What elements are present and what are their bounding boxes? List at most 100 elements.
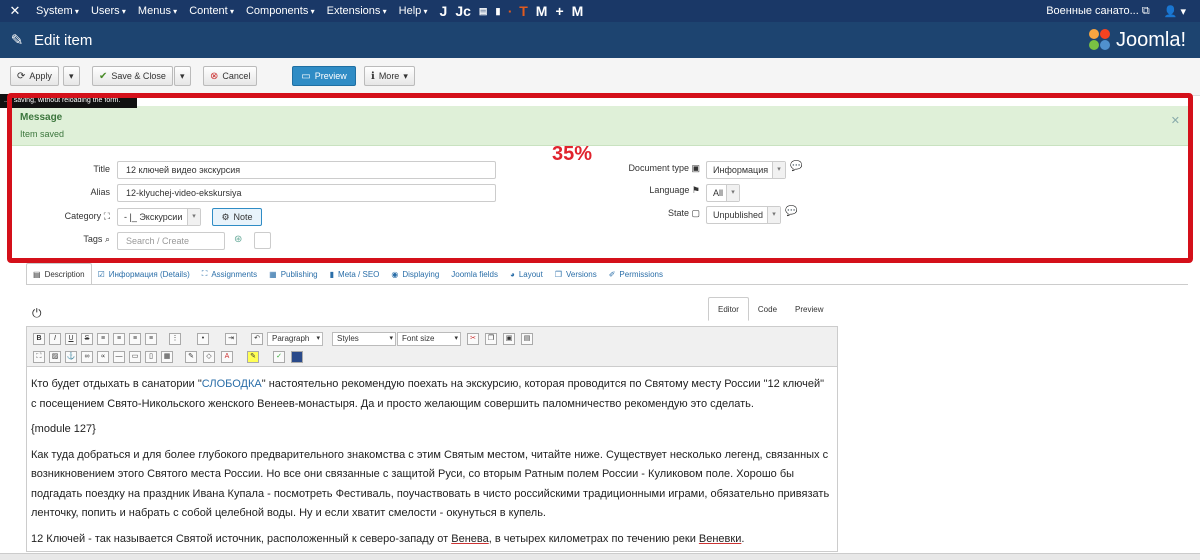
underline-icon[interactable]: U [65, 333, 77, 345]
editor-mode-tabs: Editor Code Preview [708, 297, 832, 321]
text-color-icon[interactable]: A [221, 351, 233, 363]
align-left-icon[interactable]: ≡ [97, 333, 109, 345]
image-icon[interactable]: ▨ [49, 351, 61, 363]
note-button[interactable]: ⚙ Note [212, 208, 262, 226]
tag-icon: ⌕ [104, 234, 110, 244]
state-select[interactable]: Unpublished ▾ [706, 206, 781, 224]
user-menu[interactable]: 👤 ▾ [1164, 5, 1186, 18]
alias-input[interactable]: 12-klyuchej-video-ekskursiya [117, 184, 496, 202]
table-icon[interactable]: ▦ [161, 351, 173, 363]
highlight-color-icon[interactable]: ✎ [247, 351, 259, 363]
news-extension-icon[interactable]: ▤ [479, 6, 488, 17]
language-select[interactable]: All ▾ [706, 184, 740, 202]
menu-users[interactable]: Users [85, 5, 132, 17]
styles-dropdown[interactable]: Styles [332, 332, 396, 346]
apply-button[interactable]: ⟳ Apply [10, 66, 59, 86]
cancel-button[interactable]: ⊗ Cancel [203, 66, 258, 86]
tab-details[interactable]: ☑ Информация (Details) [92, 263, 196, 285]
calendar-icon: ▦ [269, 269, 277, 279]
tag-add-icon[interactable]: ⊛ [234, 234, 242, 245]
font-size-dropdown[interactable]: Font size [397, 332, 461, 346]
eraser-icon[interactable]: ◇ [203, 351, 215, 363]
jsn-extension-icon[interactable]: J [440, 3, 448, 19]
sloboda-link[interactable]: СЛОБОДКА [202, 378, 262, 390]
tab-joomla-fields[interactable]: Joomla fields [445, 263, 504, 285]
apply-dropdown-toggle[interactable]: ▾ [63, 66, 80, 86]
m-extension-icon[interactable]: M [536, 3, 548, 19]
source-icon[interactable] [291, 351, 303, 363]
page-header: ✎ Edit item Joomla! [0, 22, 1200, 58]
hr-icon[interactable]: — [113, 351, 125, 363]
pagebreak-icon[interactable]: ▭ [129, 351, 141, 363]
m2-extension-icon[interactable]: M [572, 3, 584, 19]
tab-code[interactable]: Code [749, 297, 786, 321]
tab-preview[interactable]: Preview [786, 297, 832, 321]
fullscreen-icon[interactable]: ⛶ [33, 351, 45, 363]
unordered-list-icon[interactable]: • [197, 333, 209, 345]
link-icon[interactable]: ∞ [81, 351, 93, 363]
tab-permissions[interactable]: ✐ Permissions [603, 263, 669, 285]
paste-icon[interactable]: ▣ [503, 333, 515, 345]
tags-input[interactable]: Search / Create [117, 232, 225, 250]
t-extension-icon[interactable]: T [519, 3, 528, 19]
comment-icon[interactable]: 💬 [790, 161, 802, 172]
document-type-select[interactable]: Информация ▾ [706, 161, 786, 179]
monitor-icon: ▭ [301, 70, 311, 82]
copy-icon: ❐ [554, 269, 563, 279]
italic-icon[interactable]: I [49, 333, 61, 345]
ordered-list-icon[interactable]: ⋮ [169, 333, 181, 345]
tab-meta-seo[interactable]: ▮ Meta / SEO [324, 263, 386, 285]
menu-system[interactable]: System [30, 5, 85, 17]
tab-versions[interactable]: ❐ Versions [549, 263, 603, 285]
align-right-icon[interactable]: ≡ [129, 333, 141, 345]
tags-extra-box[interactable] [254, 232, 271, 249]
comment-icon[interactable]: 💬 [785, 206, 797, 217]
tab-description[interactable]: ▤ Description [26, 263, 92, 285]
copy-icon[interactable]: ❐ [485, 333, 497, 345]
tab-editor[interactable]: Editor [708, 297, 749, 321]
save-close-button[interactable]: ✔ Save & Close [92, 66, 173, 86]
spellcheck-icon[interactable]: ✓ [273, 351, 285, 363]
menu-components[interactable]: Components [240, 5, 321, 17]
unlink-icon[interactable]: ∝ [97, 351, 109, 363]
cut-icon[interactable]: ✂ [467, 333, 479, 345]
editor-content[interactable]: Кто будет отдыхать в санатории "СЛОБОДКА… [31, 375, 831, 555]
jce-extension-icon[interactable]: Jc [455, 3, 471, 19]
paragraph: Как туда добраться и для более глубокого… [31, 448, 830, 520]
small-extension-icon[interactable]: ▪ [508, 7, 511, 16]
tab-displaying[interactable]: ◉ Displaying [385, 263, 445, 285]
menu-extensions[interactable]: Extensions [321, 5, 393, 17]
paste-text-icon[interactable]: ▤ [521, 333, 533, 345]
indent-icon[interactable]: ⇥ [225, 333, 237, 345]
tab-publishing[interactable]: ▦ Publishing [263, 263, 323, 285]
brush-icon[interactable]: ✎ [185, 351, 197, 363]
strikethrough-icon[interactable]: S [81, 333, 93, 345]
menu-help[interactable]: Help [393, 5, 434, 17]
site-link[interactable]: Военные санато... ⧉ [1046, 5, 1150, 18]
top-menu-bar: ✕ System Users Menus Content Components … [0, 0, 1200, 22]
joomla-menu-icon[interactable]: ✕ [0, 3, 30, 19]
category-select[interactable]: - |_ Экскурсии ▾ [117, 208, 201, 226]
align-justify-icon[interactable]: ≡ [145, 333, 157, 345]
bar-extension-icon[interactable]: ▮ [495, 6, 500, 17]
chevron-down-icon: ▾ [767, 207, 780, 223]
tab-assignments[interactable]: ⛶ Assignments [196, 263, 263, 285]
anchor-icon[interactable]: ⚓ [65, 351, 77, 363]
preview-button[interactable]: ▭ Preview [292, 66, 356, 86]
wand-icon: ✐ [608, 269, 616, 279]
format-dropdown[interactable]: Paragraph [267, 332, 323, 346]
plus-extension-icon[interactable]: + [555, 3, 563, 19]
tab-layout[interactable]: ◕ Layout [504, 263, 549, 285]
title-input[interactable]: 12 ключей видео экскурсия [117, 161, 496, 179]
menu-content[interactable]: Content [183, 5, 240, 17]
align-center-icon[interactable]: ≡ [113, 333, 125, 345]
menu-menus[interactable]: Menus [132, 5, 183, 17]
info-icon: ℹ [371, 70, 375, 82]
title-label: Title [93, 164, 110, 174]
power-toggle-icon[interactable]: ⏻ [32, 306, 42, 321]
template-icon[interactable]: ▯ [145, 351, 157, 363]
more-button[interactable]: ℹ More ▾ [364, 66, 415, 86]
undo-icon[interactable]: ↶ [251, 333, 263, 345]
save-dropdown-toggle[interactable]: ▾ [174, 66, 191, 86]
bold-icon[interactable]: B [33, 333, 45, 345]
